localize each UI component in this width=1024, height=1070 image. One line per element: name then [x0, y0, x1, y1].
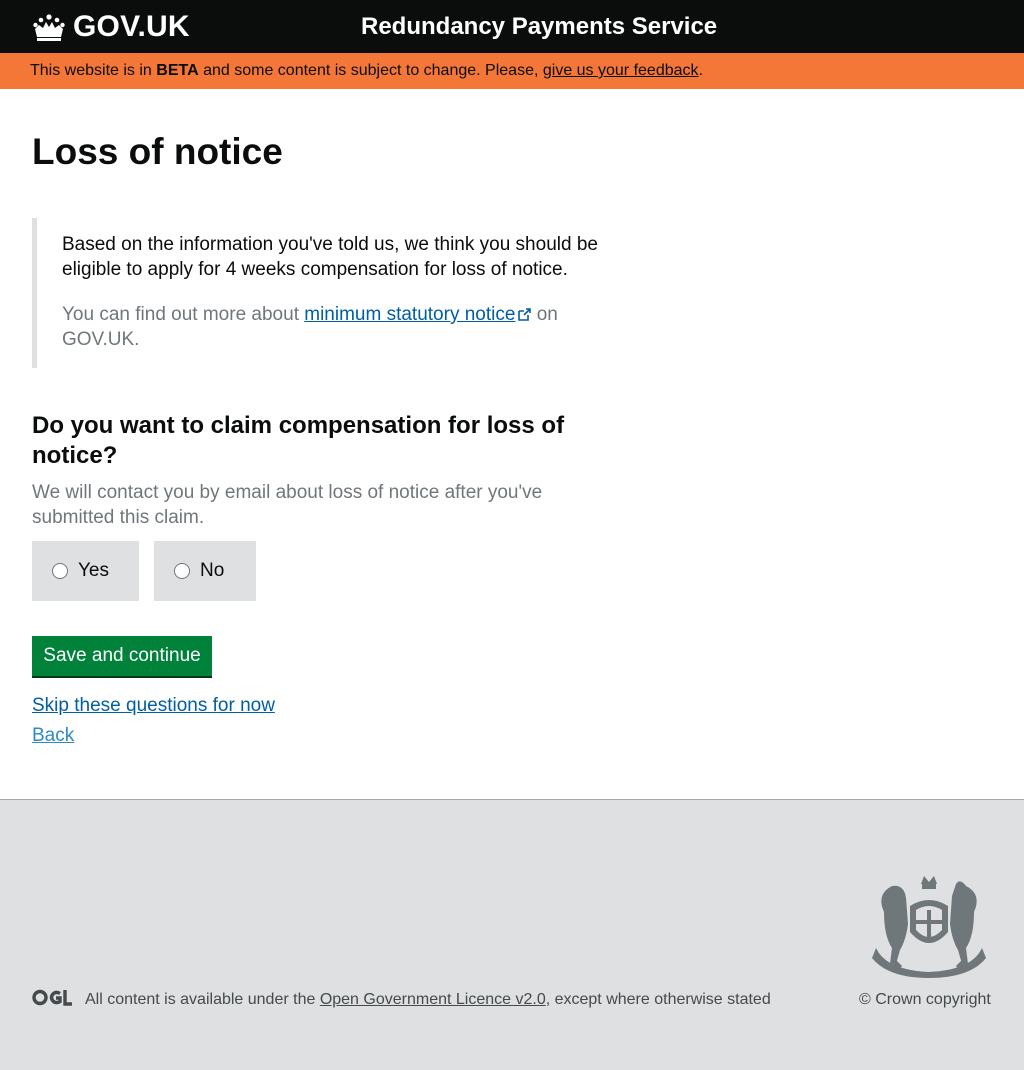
govuk-logo-text: GOV.UK [73, 10, 190, 43]
radio-option-yes[interactable]: Yes [32, 541, 139, 601]
save-and-continue-button[interactable]: Save and continue [32, 636, 212, 676]
more-info-prefix: You can find out more about [62, 304, 305, 325]
service-name-link[interactable]: Redundancy Payments Service [361, 12, 717, 42]
ogl-logo-icon [32, 989, 72, 1006]
feedback-link[interactable]: give us your feedback [543, 62, 699, 79]
site-footer: All content is available under the Open … [0, 799, 1024, 1070]
eligibility-message: Based on the information you've told us,… [62, 234, 598, 280]
radio-yes-label: Yes [78, 560, 109, 581]
beta-tag: BETA [156, 62, 199, 79]
licence-prefix: All content is available under the [85, 991, 320, 1008]
crown-copyright-link[interactable]: © Crown copyright [859, 989, 991, 1011]
licence-text: All content is available under the Open … [85, 989, 771, 1011]
radio-no-label: No [200, 560, 225, 581]
more-info-text: You can find out more about minimum stat… [62, 302, 602, 352]
licence-suffix: , except where otherwise stated [545, 991, 771, 1008]
beta-banner-middle: and some content is subject to change. P… [198, 62, 543, 79]
royal-crest-icon [872, 876, 986, 978]
skip-questions-link[interactable]: Skip these questions for now [32, 694, 275, 718]
beta-banner: This website is in BETA and some content… [0, 53, 1024, 89]
crown-icon [33, 14, 65, 41]
question-hint: We will contact you by email about loss … [32, 482, 543, 528]
radio-no-input[interactable] [174, 563, 190, 579]
radio-option-no[interactable]: No [154, 541, 256, 601]
minimum-statutory-notice-link[interactable]: minimum statutory notice [304, 304, 532, 325]
page-title: Loss of notice [32, 131, 283, 172]
back-link[interactable]: Back [32, 724, 74, 748]
inset-panel: Based on the information you've told us,… [32, 218, 598, 368]
minimum-statutory-notice-label: minimum statutory notice [304, 304, 516, 325]
external-link-icon [518, 308, 532, 321]
beta-banner-prefix: This website is in [30, 62, 157, 79]
site-header: GOV.UK Redundancy Payments Service [0, 0, 1024, 53]
beta-banner-suffix: . [698, 62, 703, 79]
question-heading: Do you want to claim compensation for lo… [32, 412, 565, 469]
open-government-licence-link[interactable]: Open Government Licence v2.0 [320, 991, 546, 1008]
govuk-logo-link[interactable]: GOV.UK [32, 10, 190, 44]
radio-yes-input[interactable] [52, 563, 68, 579]
